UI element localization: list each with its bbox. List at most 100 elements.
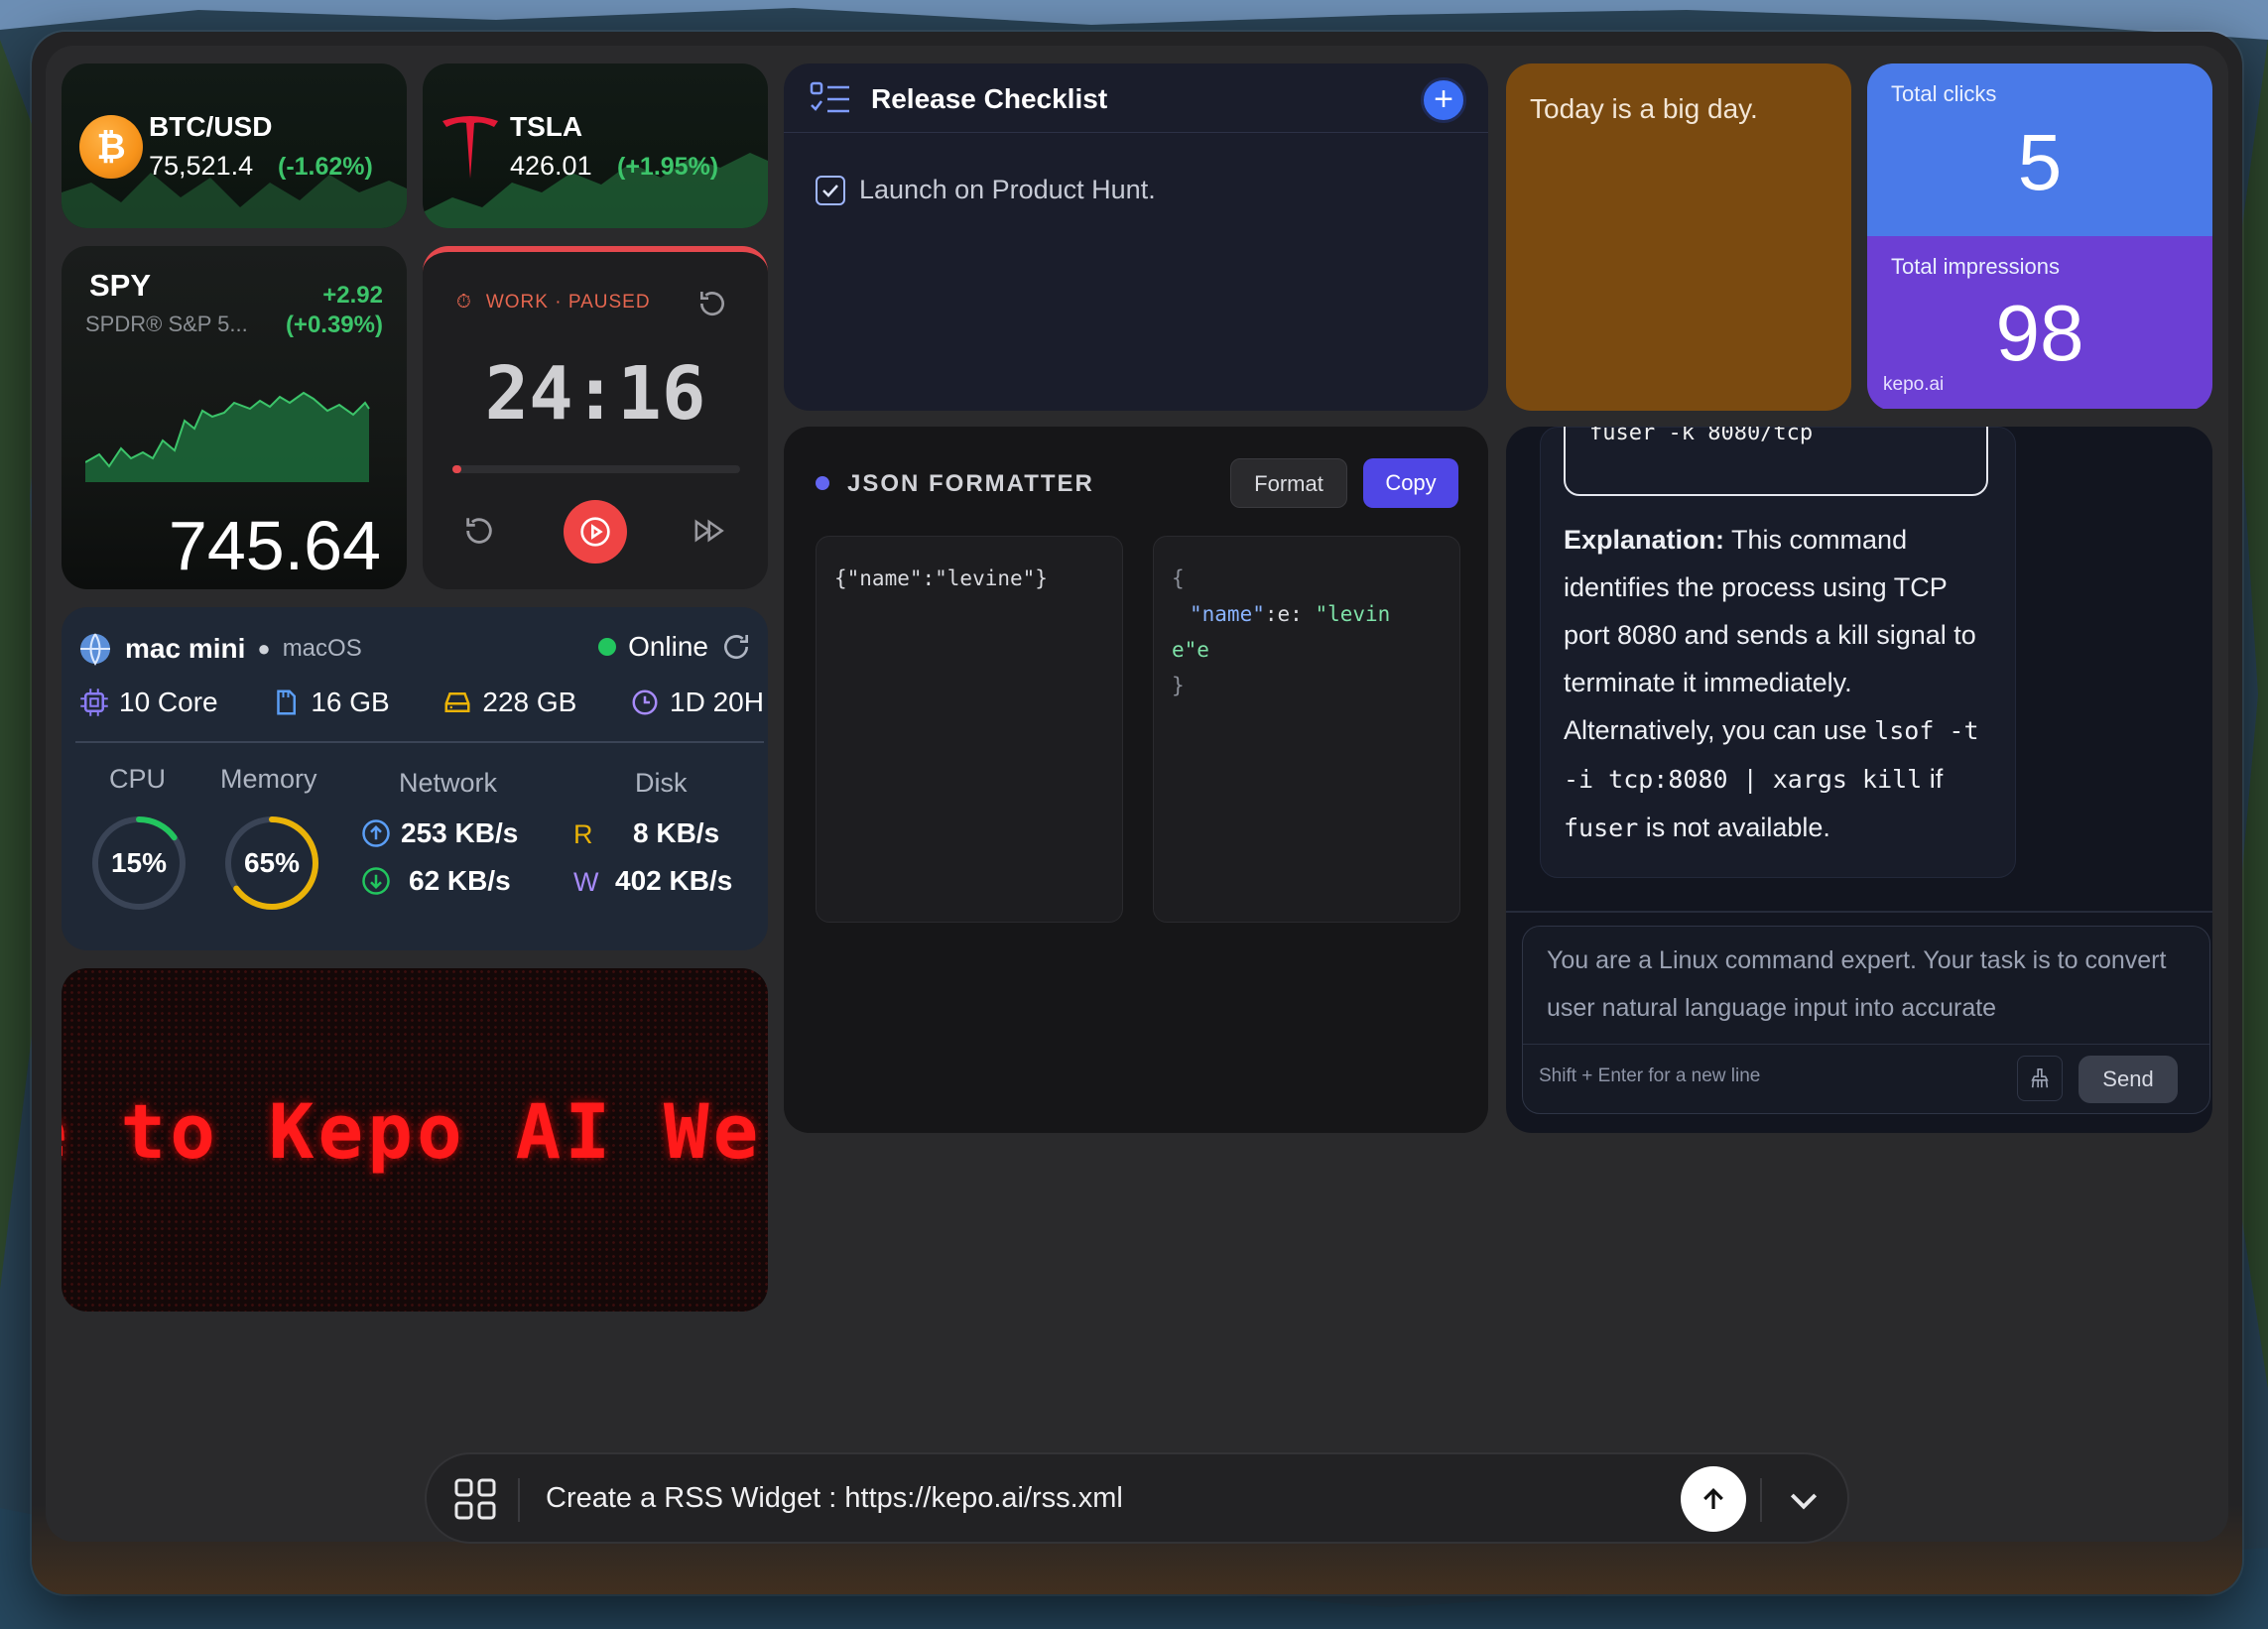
sticky-note-widget[interactable]: Today is a big day. [1506,63,1851,411]
note-text: Today is a big day. [1530,93,1758,124]
cpu-percent: 15% [110,847,168,878]
clear-button[interactable] [2017,1056,2063,1101]
impressions-label: Total impressions [1891,254,2060,279]
pomodoro-progress-fill [452,465,461,473]
tsla-widget[interactable]: TSLA 426.01 (+1.95%) [423,63,768,228]
system-monitor-widget: mac mini ● macOS Online 10 Core 16 GB 22… [62,607,768,950]
prompt-text[interactable]: You are a Linux command expert. Your tas… [1547,937,2182,1032]
os-name: macOS [282,635,362,662]
reset-icon[interactable] [696,288,728,319]
uptime-spec: 1D 20H [630,687,764,718]
pomodoro-progress [452,465,740,473]
spy-change-pct: (+0.39%) [285,312,383,338]
checkbox-checked[interactable] [816,175,845,205]
command-text: fuser -k 8080/tcp [1589,427,1814,445]
chevron-down-icon[interactable] [1784,1480,1824,1520]
explanation-label: Explanation: [1564,525,1725,555]
send-button[interactable]: Send [2079,1056,2178,1103]
json-formatter-widget: JSON FORMATTER Format Copy {"name":"levi… [784,427,1488,1133]
checklist-title: Release Checklist [871,83,1108,114]
network-header: Network [399,768,498,798]
pomodoro-time: 24:16 [484,351,706,437]
spy-chart [85,391,370,482]
analytics-widget: Total clicks 5 Total impressions 98 kepo… [1867,63,2212,411]
marquee-text: e to Kepo AI We [62,1087,763,1176]
disk-header: Disk [635,768,688,798]
upload-speed: 253 KB/s [401,817,519,848]
led-marquee-widget: e to Kepo AI We [62,968,768,1312]
tesla-logo [442,116,498,179]
clicks-label: Total clicks [1891,81,1997,106]
spy-symbol: SPY [89,268,152,303]
explanation-part-1: This command identifies the process usin… [1564,525,1976,745]
network-download: 62 KB/s [361,865,511,897]
pomodoro-status-text: WORK · PAUSED [485,292,651,313]
impressions-value: 98 [1995,289,2084,377]
tsla-price: 426.01 [510,151,592,181]
disk-write: 402 KB/s [615,865,733,896]
globe-icon [80,633,110,667]
chat-divider [1506,911,2212,913]
prompt-divider [1523,1044,2209,1045]
add-item-button[interactable]: + [1421,77,1466,123]
explanation-part-2: if [1922,764,1944,794]
memory-text: 16 GB [311,687,390,717]
json-value: "levin [1315,602,1391,626]
download-icon [362,867,390,895]
format-button[interactable]: Format [1230,458,1347,508]
prompt-input[interactable]: You are a Linux command expert. Your tas… [1522,926,2210,1114]
play-button[interactable] [564,500,627,564]
tsla-symbol: TSLA [510,111,583,142]
tsla-change: (+1.95%) [617,153,719,181]
apple-icon: ● [257,636,271,661]
command-bar-divider [518,1478,520,1522]
copy-button[interactable]: Copy [1363,458,1458,508]
network-upload: 253 KB/s [361,817,518,849]
newline-hint: Shift + Enter for a new line [1539,1065,1761,1086]
download-speed: 62 KB/s [409,865,511,896]
json-input-text: {"name":"levine"} [834,566,1048,590]
pomodoro-widget: ⏱ WORK · PAUSED 24:16 [423,246,768,589]
inline-code-fuser: fuser [1564,814,1639,842]
harddrive-icon [444,692,470,712]
memory-spec: 16 GB [271,687,390,718]
clock-icon [632,689,658,715]
arrow-up-icon [1703,1487,1723,1509]
spy-price: 745.64 [168,507,381,584]
restart-icon[interactable] [462,514,496,548]
json-output: {"name":e: "levin e"e} [1153,536,1460,923]
cores-spec: 10 Core [79,687,218,718]
command-bar[interactable]: Create a RSS Widget : https://kepo.ai/rs… [425,1452,1849,1544]
json-value-wrap: e"e [1172,638,1209,662]
json-input[interactable]: {"name":"levine"} [816,536,1123,923]
checklist-item[interactable]: Launch on Product Hunt. [816,175,1156,205]
checklist-item-label: Launch on Product Hunt. [859,175,1156,204]
spec-row: 10 Core 16 GB 228 GB 1D 20H [79,687,764,718]
command-input[interactable]: Create a RSS Widget : https://kepo.ai/rs… [546,1482,1123,1515]
skip-icon[interactable] [693,514,728,548]
read-label: R [573,819,593,849]
btc-symbol: BTC/USD [149,111,273,142]
submit-button[interactable] [1681,1466,1746,1532]
bitcoin-icon: ₿ [79,115,143,179]
cpu-icon [80,689,108,716]
cpu-header: CPU [109,764,167,794]
disk-read: 8 KB/s [633,817,720,848]
btc-price: 75,521.4 [149,151,254,181]
json-separator: :e: [1264,602,1316,626]
spy-fund-name: SPDR® S&P 5... [85,312,248,336]
status-badge: Online [598,631,752,663]
host-row: mac mini ● macOS [77,631,362,667]
plus-icon: + [1434,80,1453,118]
write-label: W [573,867,599,897]
hostname: mac mini [125,633,246,664]
json-brace-close: } [1172,674,1185,697]
btc-widget[interactable]: ₿ BTC/USD 75,521.4 (-1.62%) [62,63,407,228]
disk-spec: 228 GB [442,687,576,718]
widgets-grid-icon[interactable] [454,1478,496,1520]
uptime-text: 1D 20H [670,687,764,717]
refresh-icon[interactable] [720,631,752,663]
spy-widget[interactable]: SPY SPDR® S&P 5... +2.92 (+0.39%) 745.64 [62,246,407,589]
clicks-value: 5 [2017,118,2063,206]
online-dot [598,638,617,656]
